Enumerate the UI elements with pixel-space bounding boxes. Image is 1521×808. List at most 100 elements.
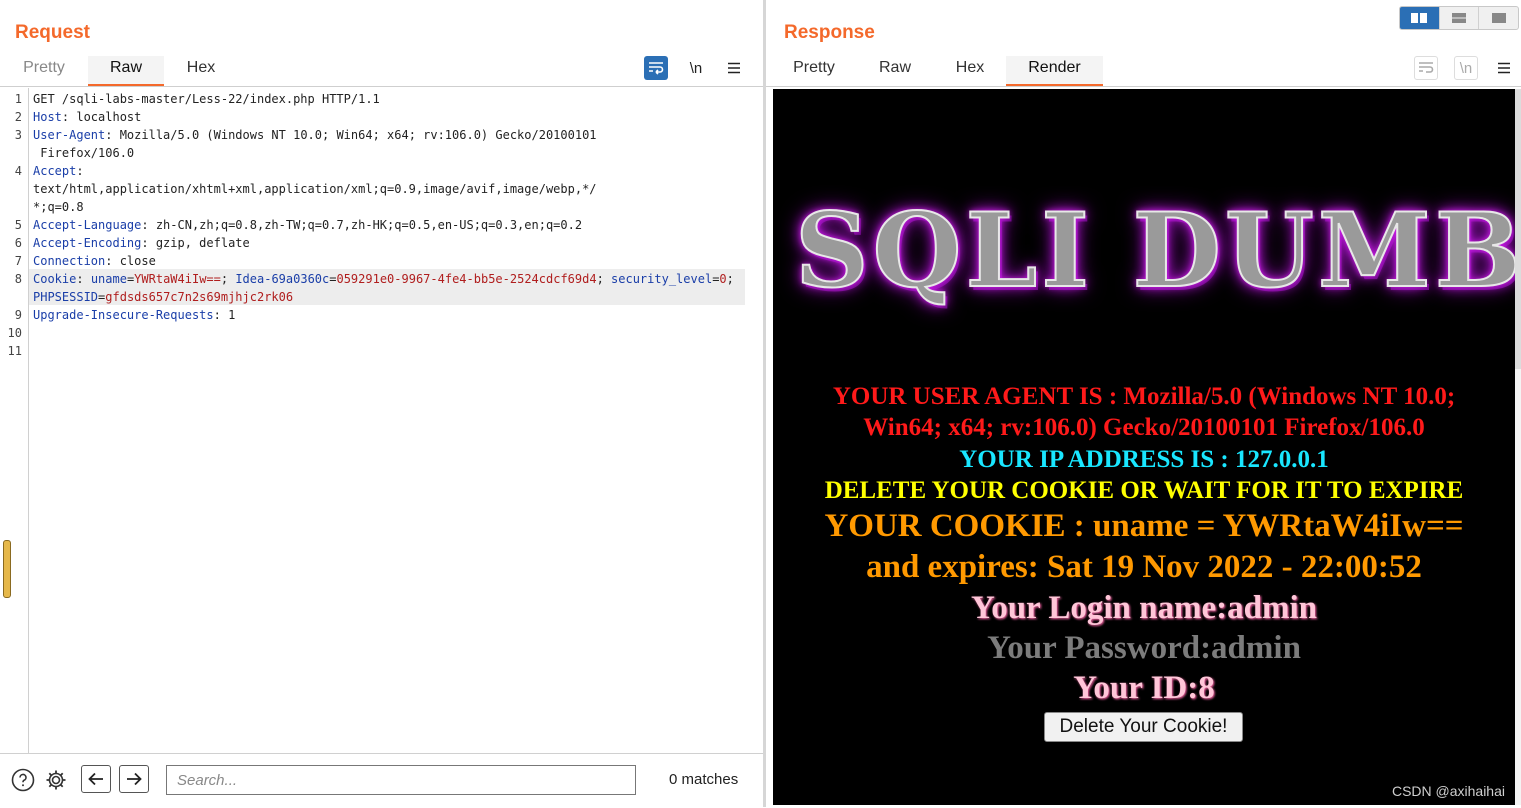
cookie-value: YWRtaW4iIw== xyxy=(134,272,221,286)
tab-pretty[interactable]: Pretty xyxy=(780,56,848,86)
code-line: text/html,application/xhtml+xml,applicat… xyxy=(33,180,597,198)
header-separator: : xyxy=(141,236,156,250)
help-icon[interactable] xyxy=(11,768,35,792)
search-input[interactable] xyxy=(166,765,636,795)
header-key: Accept xyxy=(33,164,77,178)
single-pane-icon[interactable] xyxy=(1479,7,1518,29)
wrap-lines-icon[interactable] xyxy=(644,56,668,80)
login-name: Your Login name:admin xyxy=(971,590,1317,626)
newline-toggle-icon: \n xyxy=(1454,56,1478,80)
render-view: SQLI DUMB SERIES YOUR USER AGENT IS : Mo… xyxy=(773,89,1515,805)
cookie-value: gfdsds657c7n2s69mjhjc2rk06 xyxy=(105,290,294,304)
request-editor[interactable]: 1 2 3 4 5 6 7 8 9 10 11 GET /sqli-labs-master/Less… xyxy=(0,88,763,753)
header-value: Mozilla/5.0 (Windows NT 10.0; Win64; x64… xyxy=(119,128,597,142)
header-value: 1 xyxy=(228,308,236,322)
cookie-line-1: YOUR COOKIE : uname = YWRtaW4iIw== xyxy=(824,508,1464,544)
gear-icon[interactable] xyxy=(44,768,68,792)
search-bar: 0 matches xyxy=(0,753,763,808)
header-value: Firefox/106.0 xyxy=(33,146,135,160)
header-value: localhost xyxy=(76,110,142,124)
request-pane: Request Pretty Raw Hex \n 1 2 3 4 5 6 7 8 9 10 11 … xyxy=(0,0,763,808)
header-value: close xyxy=(119,254,156,268)
delete-cookie-button[interactable]: Delete Your Cookie! xyxy=(1044,712,1243,742)
header-key: Accept-Language xyxy=(33,218,142,232)
header-key: Host xyxy=(33,110,62,124)
user-id-line: Your ID:8 xyxy=(1073,670,1215,706)
line-number: 6 xyxy=(14,236,22,250)
header-separator: : xyxy=(141,218,156,232)
header-value: gzip, deflate xyxy=(155,236,250,250)
line-number-gutter: 1 2 3 4 5 6 7 8 9 10 11 xyxy=(0,88,29,753)
header-separator: : xyxy=(105,254,120,268)
header-key: User-Agent xyxy=(33,128,106,142)
header-value: zh-CN,zh;q=0.8,zh-TW;q=0.7,zh-HK;q=0.5,e… xyxy=(155,218,583,232)
tab-render[interactable]: Render xyxy=(1006,56,1103,86)
code-line: Accept-Encoding: gzip, deflate xyxy=(33,234,250,252)
header-key: Accept-Encoding xyxy=(33,236,142,250)
code-line: Upgrade-Insecure-Requests: 1 xyxy=(33,306,235,324)
split-horizontal-icon[interactable] xyxy=(1400,7,1440,29)
line-number: 9 xyxy=(14,308,22,322)
cookie-value: 0 xyxy=(719,272,727,286)
arrow-left-icon[interactable] xyxy=(81,765,111,793)
line-number: 3 xyxy=(14,128,22,142)
cookie-name: Idea-69a0360c xyxy=(235,272,330,286)
delete-cookie-message: DELETE YOUR COOKIE OR WAIT FOR IT TO EXP… xyxy=(824,477,1464,504)
line-number: 4 xyxy=(14,164,22,178)
header-separator: : xyxy=(76,164,84,178)
cookie-name: uname xyxy=(90,272,127,286)
tab-raw[interactable]: Raw xyxy=(864,56,926,86)
editor-scroll-handle[interactable] xyxy=(3,540,11,598)
layout-switcher xyxy=(1399,6,1519,30)
split-vertical-icon[interactable] xyxy=(1440,7,1480,29)
wrap-lines-icon xyxy=(1414,56,1438,80)
cookie-key: Cookie xyxy=(33,272,77,286)
line-number: 5 xyxy=(14,218,22,232)
tab-raw[interactable]: Raw xyxy=(88,56,164,86)
hamburger-menu-icon[interactable] xyxy=(722,56,746,80)
line-number: 1 xyxy=(14,92,22,106)
header-key: Connection xyxy=(33,254,106,268)
cookie-value: 059291e0-9967-4fe4-bb5e-2524cdcf69d4 xyxy=(336,272,597,286)
code-line: Accept: xyxy=(33,162,84,180)
cookie-separator: : xyxy=(76,272,91,286)
code-line: Connection: close xyxy=(33,252,156,270)
cookie-name: security_level xyxy=(611,272,713,286)
line-number: 11 xyxy=(7,344,22,358)
cookie-delimiter: ; xyxy=(220,272,236,286)
cookie-line: Cookie: uname=YWRtaW4iIw==; Idea-69a0360… xyxy=(33,270,745,306)
match-count: 0 matches xyxy=(669,771,739,788)
request-title: Request xyxy=(15,22,90,43)
header-value: *;q=0.8 xyxy=(33,200,84,214)
tab-divider xyxy=(766,86,1521,87)
user-agent-line-1: YOUR USER AGENT IS : Mozilla/5.0 (Window… xyxy=(832,383,1456,410)
render-scroll-thumb[interactable] xyxy=(1515,89,1521,369)
header-separator: : xyxy=(213,308,229,322)
ip-address-line: YOUR IP ADDRESS IS : 127.0.0.1 xyxy=(959,446,1329,473)
header-key: Upgrade-Insecure-Requests xyxy=(33,308,214,322)
code-line: *;q=0.8 xyxy=(33,198,84,216)
code-line: Host: localhost xyxy=(33,108,141,126)
header-separator: : xyxy=(61,110,77,124)
header-value: text/html,application/xhtml+xml,applicat… xyxy=(33,182,597,196)
code-line: User-Agent: Mozilla/5.0 (Windows NT 10.0… xyxy=(33,126,597,144)
response-title: Response xyxy=(784,22,875,43)
line-number: 2 xyxy=(14,110,22,124)
hamburger-menu-icon[interactable] xyxy=(1492,56,1516,80)
response-tabs: Pretty Raw Hex Render xyxy=(766,56,1521,86)
csdn-watermark: CSDN @axihaihai xyxy=(1391,783,1505,799)
tab-hex[interactable]: Hex xyxy=(938,56,1002,86)
code-line: GET /sqli-labs-master/Less-22/index.php … xyxy=(33,90,380,108)
tab-pretty[interactable]: Pretty xyxy=(10,56,78,86)
line-number: 8 xyxy=(14,272,22,286)
line-number: 7 xyxy=(14,254,22,268)
tab-hex[interactable]: Hex xyxy=(168,56,234,86)
line-number: 10 xyxy=(7,326,22,340)
cookie-delimiter: ; xyxy=(726,272,734,286)
newline-toggle-icon[interactable]: \n xyxy=(684,56,708,80)
cookie-name: PHPSESSID xyxy=(33,290,99,304)
arrow-right-icon[interactable] xyxy=(119,765,149,793)
cookie-delimiter: ; xyxy=(596,272,612,286)
code-line: Accept-Language: zh-CN,zh;q=0.8,zh-TW;q=… xyxy=(33,216,582,234)
user-agent-line-2: Win64; x64; rv:106.0) Gecko/20100101 Fir… xyxy=(863,414,1425,441)
